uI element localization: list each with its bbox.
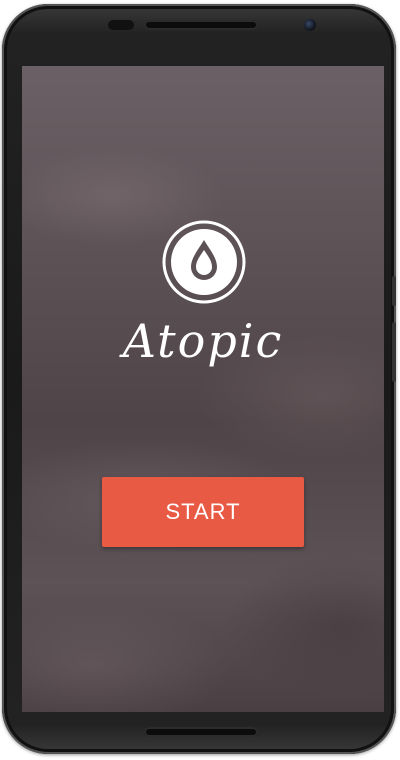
app-screen: Atopic START bbox=[22, 66, 384, 712]
water-drop-icon bbox=[162, 220, 246, 304]
front-camera bbox=[304, 19, 316, 31]
bottom-speaker bbox=[144, 727, 258, 737]
proximity-sensor bbox=[108, 20, 134, 30]
volume-button bbox=[392, 322, 396, 382]
start-button[interactable]: START bbox=[102, 477, 304, 547]
earpiece-speaker bbox=[144, 20, 258, 30]
power-button bbox=[392, 276, 396, 306]
phone-frame: Atopic START bbox=[2, 4, 396, 754]
app-title: Atopic bbox=[122, 314, 284, 368]
